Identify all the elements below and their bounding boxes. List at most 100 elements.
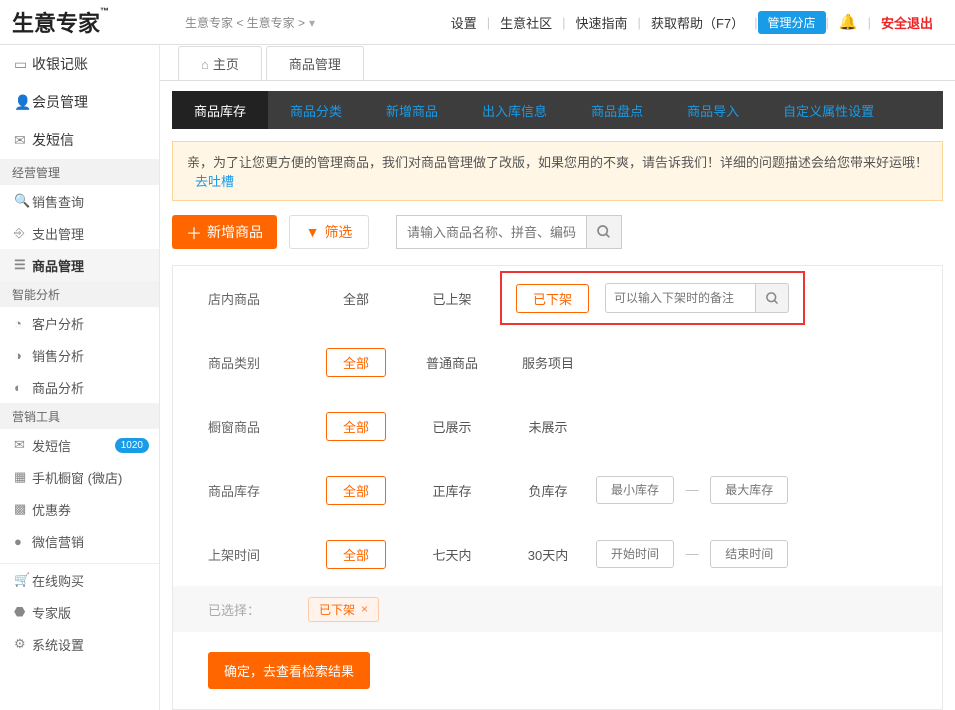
subtab-category[interactable]: 商品分类: [268, 91, 364, 129]
stock-range: —: [596, 476, 788, 504]
sidebar-sales-analysis[interactable]: ◑销售分析: [0, 339, 159, 371]
filter-panel: 店内商品 全部 已上架 已下架 商品类别 全部 普通商品 服务项目 橱窗商品: [172, 265, 943, 710]
store-all[interactable]: 全部: [308, 289, 404, 308]
notice-text: 亲，为了让您更方便的管理商品，我们对商品管理做了改版，如果您用的不爽，请告诉我们…: [187, 155, 928, 170]
shield-icon: ⬣: [14, 604, 32, 620]
remove-tag-icon[interactable]: ×: [361, 602, 368, 616]
plus-icon: ＋: [186, 220, 202, 244]
shelf-all[interactable]: 全部: [308, 540, 404, 569]
sidebar-member[interactable]: 👤会员管理: [0, 83, 159, 121]
envelope-icon: ✉: [14, 437, 32, 453]
subtab-import[interactable]: 商品导入: [665, 91, 761, 129]
show-on[interactable]: 已展示: [404, 417, 500, 436]
sidebar-mobile-shop[interactable]: ▦手机橱窗 (微店): [0, 461, 159, 493]
chart-icon: ◑: [14, 348, 32, 363]
member-icon: 👤: [14, 94, 32, 111]
stock-all[interactable]: 全部: [308, 476, 404, 505]
list-icon: ☰: [14, 257, 32, 273]
sidebar-coupon[interactable]: ▩优惠券: [0, 493, 159, 525]
nav-exit[interactable]: 安全退出: [871, 13, 943, 32]
top-nav: 设置| 生意社区| 快速指南| 获取帮助（F7）| 管理分店| 🔔| 安全退出: [441, 11, 955, 34]
subtab-custom[interactable]: 自定义属性设置: [761, 91, 896, 129]
shelf-30[interactable]: 30天内: [500, 545, 596, 564]
shelf-range: —: [596, 540, 788, 568]
sidebar-wechat[interactable]: ●微信营销: [0, 525, 159, 557]
show-all[interactable]: 全部: [308, 412, 404, 441]
section-marketing: 营销工具: [0, 403, 159, 429]
notice-bar: 亲，为了让您更方便的管理商品，我们对商品管理做了改版，如果您用的不爽，请告诉我们…: [172, 141, 943, 201]
top-bar: 生意专家™ 生意专家 < 生意专家 >▾ 设置| 生意社区| 快速指南| 获取帮…: [0, 0, 955, 45]
filter-stock-label: 商品库存: [208, 481, 308, 500]
filter-shelf-label: 上架时间: [208, 545, 308, 564]
filter-showcase: 橱窗商品 全部 已展示 未展示: [173, 394, 942, 458]
confirm-search-button[interactable]: 确定，去查看检索结果: [208, 652, 370, 689]
selected-tag: 已下架 ×: [308, 597, 379, 622]
off-remark-search: [605, 283, 789, 313]
sidebar-sms2[interactable]: ✉发短信1020: [0, 429, 159, 461]
filter-store-label: 店内商品: [208, 289, 308, 308]
search-icon: [765, 291, 780, 306]
nav-settings[interactable]: 设置: [441, 13, 487, 32]
notice-link[interactable]: 去吐槽: [195, 174, 234, 189]
filter-category: 商品类别 全部 普通商品 服务项目: [173, 330, 942, 394]
tab-product-manage[interactable]: 商品管理: [266, 46, 364, 80]
filter-button[interactable]: ▼筛选: [289, 215, 369, 249]
shelf-end-input[interactable]: [710, 540, 788, 568]
subtab-inout[interactable]: 出入库信息: [460, 91, 569, 129]
filter-selected: 已选择： 已下架 ×: [173, 586, 942, 632]
expense-icon: ⎆: [14, 225, 32, 241]
tab-home[interactable]: ⌂主页: [178, 46, 262, 80]
coupon-icon: ▩: [14, 501, 32, 517]
show-off[interactable]: 未展示: [500, 417, 596, 436]
sidebar-sales-query[interactable]: 🔍销售查询: [0, 185, 159, 217]
nav-community[interactable]: 生意社区: [490, 13, 562, 32]
shelf-start-input[interactable]: [596, 540, 674, 568]
nav-help[interactable]: 获取帮助（F7）: [641, 13, 754, 32]
stock-min-input[interactable]: [596, 476, 674, 504]
subtab-check[interactable]: 商品盘点: [569, 91, 665, 129]
shelf-7[interactable]: 七天内: [404, 545, 500, 564]
off-remark-search-button[interactable]: [755, 283, 789, 313]
sidebar-customer-analysis[interactable]: ◔客户分析: [0, 307, 159, 339]
sidebar-sms[interactable]: ✉发短信: [0, 121, 159, 159]
sidebar: ▭收银记账 👤会员管理 ✉发短信 经营管理 🔍销售查询 ⎆支出管理 ☰商品管理 …: [0, 45, 160, 710]
page-tabs: ⌂主页 商品管理: [160, 45, 955, 81]
search-icon: [596, 224, 612, 240]
product-search-button[interactable]: [586, 215, 622, 249]
cat-service[interactable]: 服务项目: [500, 353, 596, 372]
cat-normal[interactable]: 普通商品: [404, 353, 500, 372]
home-icon: ⌂: [201, 57, 209, 72]
clock-icon: ◔: [14, 316, 32, 331]
product-search-input[interactable]: [396, 215, 586, 249]
sidebar-settings[interactable]: ⚙系统设置: [0, 628, 159, 660]
sidebar-product-analysis[interactable]: ◐商品分析: [0, 371, 159, 403]
bell-icon[interactable]: 🔔: [829, 13, 868, 31]
breadcrumb[interactable]: 生意专家 < 生意专家 >▾: [160, 14, 315, 31]
cat-all[interactable]: 全部: [308, 348, 404, 377]
envelope-icon: ✉: [14, 132, 32, 149]
filter-category-label: 商品类别: [208, 353, 308, 372]
nav-branch-button[interactable]: 管理分店: [758, 11, 826, 34]
sidebar-purchase[interactable]: 🛒在线购买: [0, 564, 159, 596]
main-panel: ⌂主页 商品管理 商品库存 商品分类 新增商品 出入库信息 商品盘点 商品导入 …: [160, 45, 955, 710]
stock-max-input[interactable]: [710, 476, 788, 504]
sidebar-cashier[interactable]: ▭收银记账: [0, 45, 159, 83]
section-business: 经营管理: [0, 159, 159, 185]
subtab-add[interactable]: 新增商品: [364, 91, 460, 129]
store-off-pill[interactable]: 已下架: [516, 284, 589, 313]
stock-pos[interactable]: 正库存: [404, 481, 500, 500]
sub-tabs: 商品库存 商品分类 新增商品 出入库信息 商品盘点 商品导入 自定义属性设置: [172, 91, 943, 129]
wechat-icon: ●: [14, 534, 32, 549]
stock-neg[interactable]: 负库存: [500, 481, 596, 500]
off-remark-input[interactable]: [605, 283, 755, 313]
chevron-down-icon: ▾: [309, 16, 315, 30]
qr-icon: ▦: [14, 469, 32, 485]
sidebar-expense[interactable]: ⎆支出管理: [0, 217, 159, 249]
nav-guide[interactable]: 快速指南: [566, 13, 638, 32]
sidebar-product-manage[interactable]: ☰商品管理: [0, 249, 159, 281]
add-product-button[interactable]: ＋新增商品: [172, 215, 277, 249]
sidebar-expert[interactable]: ⬣专家版: [0, 596, 159, 628]
store-on[interactable]: 已上架: [404, 289, 500, 308]
subtab-stock[interactable]: 商品库存: [172, 91, 268, 129]
logo: 生意专家™: [0, 6, 160, 38]
